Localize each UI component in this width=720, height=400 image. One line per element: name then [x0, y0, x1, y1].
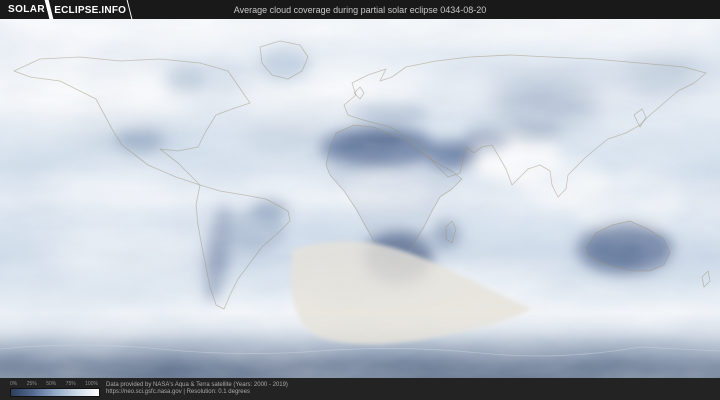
header-bar: SOLAR ECLIPSE.INFO Average cloud coverag…	[0, 0, 720, 20]
legend-tick-25: 25%	[26, 381, 37, 387]
legend-tick-50: 50%	[46, 381, 57, 387]
legend-tick-75: 75%	[65, 381, 76, 387]
cloud-map-image	[0, 19, 720, 378]
site-logo[interactable]: SOLAR ECLIPSE.INFO	[8, 0, 133, 20]
world-cloud-coverage-map	[0, 19, 720, 378]
legend-tick-100: 100%	[85, 381, 98, 387]
legend-gradient-bar	[10, 388, 100, 397]
page-title: Average cloud coverage during partial so…	[233, 4, 487, 15]
cloud-coverage-legend: 0% 25% 50% 75% 100%	[10, 381, 100, 397]
attribution-line-1: Data provided by NASA's Aqua & Terra sat…	[106, 382, 288, 388]
attribution-line-2: https://neo.sci.gsfc.nasa.gov | Resoluti…	[106, 389, 250, 395]
data-attribution: Data provided by NASA's Aqua & Terra sat…	[106, 382, 288, 396]
footer-bar: 0% 25% 50% 75% 100% Data provided by NAS…	[0, 378, 720, 400]
legend-tick-0: 0%	[10, 381, 18, 387]
solareclipse-page: SOLAR ECLIPSE.INFO Average cloud coverag…	[0, 0, 720, 400]
legend-tick-labels: 0% 25% 50% 75% 100%	[10, 381, 98, 387]
logo-text-solar: SOLAR	[8, 4, 45, 15]
logo-text-eclipse-info: ECLIPSE.INFO	[54, 5, 127, 16]
logo-box: ECLIPSE.INFO	[44, 0, 133, 20]
